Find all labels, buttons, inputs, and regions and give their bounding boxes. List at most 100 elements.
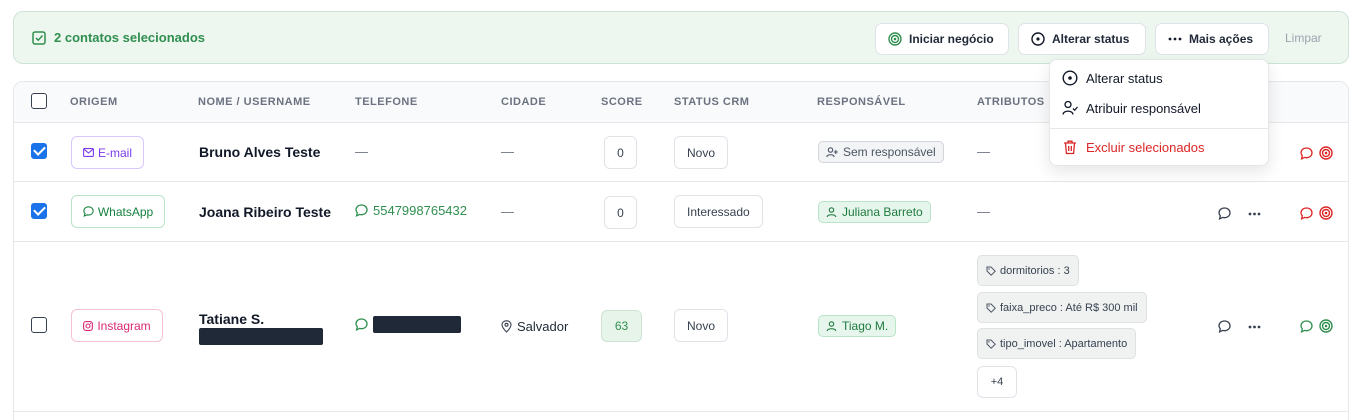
responsible-label: Juliana Barreto [842,205,923,219]
score-badge: 0 [604,196,637,229]
origin-label: Instagram [97,318,151,333]
row-checkbox[interactable] [31,143,47,159]
attribute-tag: faixa_preco : Até R$ 300 mil [977,292,1147,323]
menu-item-label: Alterar status [1086,70,1163,86]
more-horizontal-icon[interactable] [1248,325,1261,329]
origin-badge-whatsapp: WhatsApp [71,195,165,228]
responsible-label: Tiago M. [842,319,889,333]
more-horizontal-icon[interactable] [1248,212,1261,216]
responsible-badge[interactable]: Tiago M. [818,315,897,337]
tag-icon [986,266,996,276]
city-name: Salvador [517,319,569,334]
responsible-label: Sem responsável [843,145,936,159]
iniciar-negocio-button[interactable]: Iniciar negócio [875,23,1009,55]
header-nome: NOME / USERNAME [198,96,311,108]
attribute-tag: dormitorios : 3 [977,255,1079,286]
circle-dot-icon [1031,32,1045,46]
tag-icon [986,339,996,349]
user-plus-icon [826,146,838,157]
chat-bubble-icon [83,206,94,217]
attribute-text: dormitorios : 3 [1000,264,1070,277]
city-empty: — [501,204,514,219]
tag-icon [986,303,996,313]
table-row[interactable]: Instagram Tatiane S. Salvador 63 Novo Ti… [14,242,1348,412]
attribute-text: tipo_imovel : Apartamento [1000,337,1128,350]
menu-item-excluir-selecionados[interactable]: Excluir selecionados [1062,139,1205,155]
map-pin-icon [501,320,512,333]
mais-acoes-label: Mais ações [1189,32,1254,46]
responsible-badge[interactable]: Juliana Barreto [818,201,931,223]
header-score: SCORE [601,96,643,108]
select-all-checkbox[interactable] [31,93,47,109]
alterar-status-button[interactable]: Alterar status [1018,23,1146,55]
menu-item-label: Excluir selecionados [1086,139,1205,155]
limpar-button[interactable]: Limpar [1285,31,1322,45]
target-icon[interactable] [1319,319,1333,333]
row-checkbox[interactable] [31,203,47,219]
selection-bar: 2 contatos selecionados Iniciar negócio … [13,11,1349,64]
origin-label: WhatsApp [97,204,154,219]
header-responsavel: RESPONSÁVEL [817,96,906,108]
instagram-icon [83,320,94,331]
score-badge: 63 [601,310,642,342]
chat-bubble-icon [355,204,368,217]
table-row[interactable]: WhatsApp Joana Ribeiro Teste 55479987654… [14,182,1348,242]
chat-bubble-icon[interactable] [1218,320,1231,333]
city-empty: — [501,144,514,159]
menu-item-atribuir-responsavel[interactable]: Atribuir responsável [1062,100,1201,116]
header-atributos: ATRIBUTOS [977,96,1045,108]
attribute-text: faixa_preco : Até R$ 300 mil [1000,301,1138,314]
header-cidade: CIDADE [501,96,547,108]
phone-number: 5547998765432 [373,203,467,218]
origin-badge-email: E-mail [71,136,144,169]
chat-bubble-icon [355,318,368,331]
origin-label: E-mail [97,145,132,160]
row-checkbox[interactable] [31,317,47,333]
phone-empty: — [355,144,368,159]
iniciar-negocio-label: Iniciar negócio [909,32,994,46]
user-check-icon [1062,100,1078,115]
mais-acoes-menu: Alterar status Atribuir responsável Excl… [1049,59,1269,166]
chat-bubble-icon[interactable] [1218,207,1231,220]
target-icon [888,32,902,46]
score-badge: 0 [604,136,637,169]
more-horizontal-icon [1168,37,1182,41]
city-cell: Salvador [501,319,568,334]
attributes-empty: — [977,144,990,159]
attributes-empty: — [977,204,990,219]
trash-icon [1064,140,1076,155]
attribute-tag: tipo_imovel : Apartamento [977,328,1137,359]
menu-item-label: Atribuir responsável [1086,100,1201,116]
contact-name[interactable]: Joana Ribeiro Teste [199,204,331,220]
menu-divider [1050,128,1268,129]
status-crm-select[interactable]: Novo [674,309,729,342]
alterar-status-label: Alterar status [1052,32,1130,46]
origin-badge-instagram: Instagram [71,309,163,342]
responsible-badge[interactable]: Sem responsável [818,141,944,163]
header-status-crm: STATUS CRM [674,96,750,108]
mail-icon [83,148,94,157]
chat-bubble-icon[interactable] [1300,207,1313,220]
mais-acoes-button[interactable]: Mais ações [1155,23,1269,55]
user-icon [826,320,837,331]
target-icon[interactable] [1319,146,1333,160]
chat-bubble-icon[interactable] [1300,147,1313,160]
selected-count: 2 contatos selecionados [54,30,205,45]
redacted-username [199,328,323,345]
more-attributes-button[interactable]: +4 [977,366,1017,398]
chat-bubble-icon[interactable] [1300,320,1313,333]
status-crm-select[interactable]: Novo [674,136,729,169]
contact-name[interactable]: Tatiane S. [199,311,264,327]
user-icon [826,206,837,217]
circle-dot-icon [1062,70,1078,86]
header-origem: ORIGEM [70,96,118,108]
redacted-phone [373,316,461,333]
phone-link[interactable]: 5547998765432 [355,203,467,218]
contact-name[interactable]: Bruno Alves Teste [199,144,320,160]
target-icon[interactable] [1319,206,1333,220]
status-crm-select[interactable]: Interessado [674,195,763,228]
phone-link[interactable] [355,316,461,333]
menu-item-alterar-status[interactable]: Alterar status [1062,70,1163,86]
checkbox-check-icon [32,31,46,45]
header-telefone: TELEFONE [355,96,418,108]
